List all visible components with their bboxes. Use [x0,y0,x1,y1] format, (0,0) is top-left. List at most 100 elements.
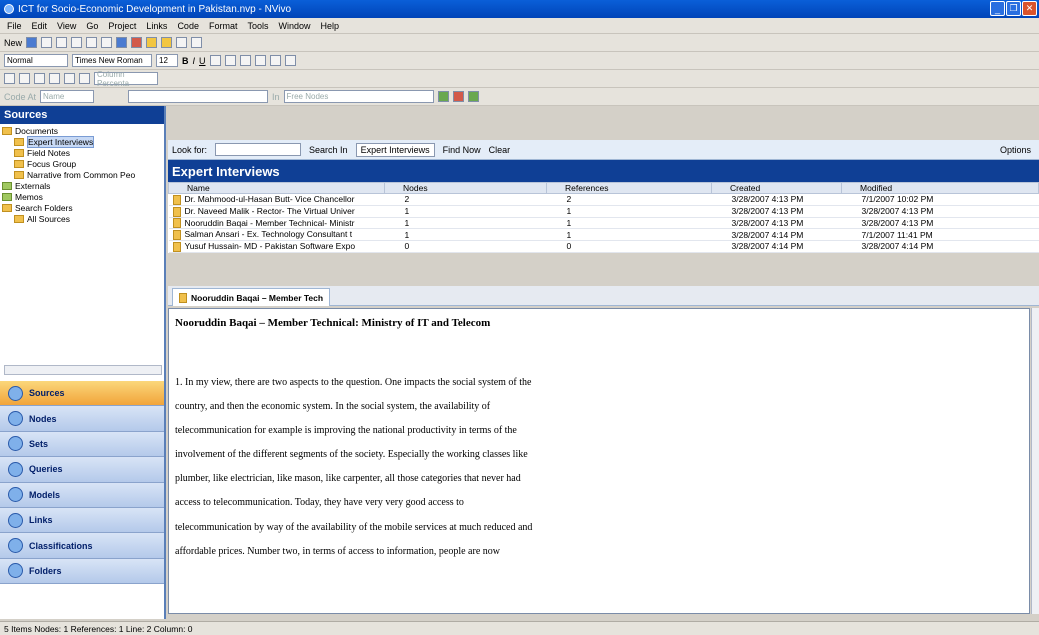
bullets-icon[interactable] [269,55,281,66]
column-header-created[interactable]: Created [711,182,842,194]
highlight-icon[interactable] [146,37,158,48]
classifications-icon [8,538,23,554]
uncode-icon[interactable] [452,91,464,102]
column-header-nodes[interactable]: Nodes [384,182,547,194]
code-in-vivo-icon[interactable] [467,91,479,102]
list-view-icon[interactable] [116,37,128,48]
copy-icon[interactable] [71,37,83,48]
column-header-modified[interactable]: Modified [841,182,1039,194]
window-title: ICT for Socio-Economic Development in Pa… [18,3,292,15]
menu-code[interactable]: Code [174,21,202,31]
print-icon[interactable] [41,37,53,48]
tree-item-narrative[interactable]: Narrative from Common Peo [0,169,164,180]
table-row[interactable]: Dr. Naveed Malik - Rector- The Virtual U… [168,205,1039,218]
code-name-select[interactable]: Name [40,90,95,103]
table-insert-icon[interactable] [49,73,60,84]
column-percent-select[interactable]: Column Percenta [94,70,158,88]
document-icon [172,206,181,217]
save-icon[interactable] [26,37,38,48]
document-icon [172,230,181,240]
new-button[interactable]: New [4,38,22,48]
cut-icon[interactable] [56,37,68,48]
redo-grid-icon[interactable] [19,73,30,84]
menu-go[interactable]: Go [83,21,101,31]
menu-file[interactable]: File [4,21,25,31]
underline-button[interactable]: U [199,56,206,66]
font-select[interactable]: Times New Roman [72,54,152,67]
code-node-input[interactable] [128,90,269,103]
search-folder-icon [2,203,12,212]
nav-links[interactable]: Links [0,507,164,534]
table-icon[interactable] [34,73,45,84]
menu-window[interactable]: Window [275,21,313,31]
nav-sources[interactable]: Sources [0,381,164,407]
detail-view-icon[interactable] [161,37,173,48]
tree-item-externals[interactable]: Externals [0,180,164,191]
menu-help[interactable]: Help [318,21,343,31]
nav-folders[interactable]: Folders [0,558,164,585]
restore-button[interactable]: ❐ [1006,1,1021,16]
find-binoculars-icon[interactable] [284,55,296,66]
search-scope-button[interactable]: Expert Interviews [355,142,435,157]
standard-toolbar: New [0,34,1039,52]
table-row[interactable]: Nooruddin Baqai - Member Technical- Mini… [168,217,1039,230]
look-for-input[interactable] [215,143,302,156]
tree-item-memos[interactable]: Memos [0,191,164,202]
nav-classifications[interactable]: Classifications [0,533,164,559]
document-vertical-scrollbar[interactable] [1031,308,1039,614]
document-line: country, and then the economic system. I… [175,401,491,413]
free-nodes-select[interactable]: Free Nodes [283,90,434,103]
undo-icon[interactable] [101,37,113,48]
chart-icon[interactable] [131,37,143,48]
nav-queries[interactable]: Queries [0,457,164,483]
clear-button[interactable]: Clear [489,145,511,155]
table-row[interactable]: Yusuf Hussain- MD - Pakistan Software Ex… [168,240,1039,253]
find-icon[interactable] [176,37,188,48]
font-size-select[interactable]: 12 [156,54,178,67]
find-now-button[interactable]: Find Now [443,145,481,155]
nav-sets[interactable]: Sets [0,431,164,458]
nav-nodes[interactable]: Nodes [0,406,164,432]
indent-icon[interactable] [254,55,266,66]
tree-item-expert-interviews[interactable]: Expert Interviews [0,135,164,148]
tree-item-field-notes[interactable]: Field Notes [0,147,164,158]
column-header-name[interactable]: Name [168,182,385,194]
align-center-icon[interactable] [224,55,236,66]
menu-edit[interactable]: Edit [29,21,51,31]
paste-icon[interactable] [86,37,98,48]
bold-button[interactable]: B [182,56,189,66]
search-in-button[interactable]: Search In [309,145,348,155]
menu-tools[interactable]: Tools [244,21,271,31]
undo-grid-icon[interactable] [4,73,15,84]
menu-project[interactable]: Project [105,21,139,31]
table-delete-icon[interactable] [64,73,75,84]
search-folder-icon [14,214,24,223]
tree-item-search-folders[interactable]: Search Folders [0,202,164,213]
nav-models[interactable]: Models [0,482,164,508]
close-button[interactable]: ✕ [1022,1,1037,16]
sources-header: Sources [0,106,164,124]
tree-horizontal-scrollbar[interactable] [4,365,162,375]
tab-nooruddin-baqai[interactable]: Nooruddin Baqai – Member Tech [172,288,331,306]
tree-item-focus-group[interactable]: Focus Group [0,158,164,169]
sets-icon [8,436,23,452]
table-merge-icon[interactable] [79,73,90,84]
align-left-icon[interactable] [209,55,221,66]
minimize-button[interactable]: _ [990,1,1005,16]
document-heading: Nooruddin Baqai – Member Technical: Mini… [175,317,491,329]
options-button[interactable]: Options [1000,145,1031,155]
align-right-icon[interactable] [239,55,251,66]
tree-item-documents[interactable]: Documents [0,125,164,136]
style-select[interactable]: Normal [4,54,68,67]
table-row[interactable]: Dr. Mahmood-ul-Hasan Butt- Vice Chancell… [168,193,1039,206]
menu-format[interactable]: Format [206,21,241,31]
table-row[interactable]: Salman Ansari - Ex. Technology Consultan… [168,228,1039,241]
sort-icon[interactable] [191,37,203,48]
menu-links[interactable]: Links [143,21,170,31]
column-header-references[interactable]: References [546,182,712,194]
code-icon[interactable] [437,91,449,102]
document-viewer[interactable]: Nooruddin Baqai – Member Technical: Mini… [168,308,1030,614]
tree-item-all-sources[interactable]: All Sources [0,213,164,224]
menu-view[interactable]: View [54,21,79,31]
italic-button[interactable]: I [193,56,196,66]
